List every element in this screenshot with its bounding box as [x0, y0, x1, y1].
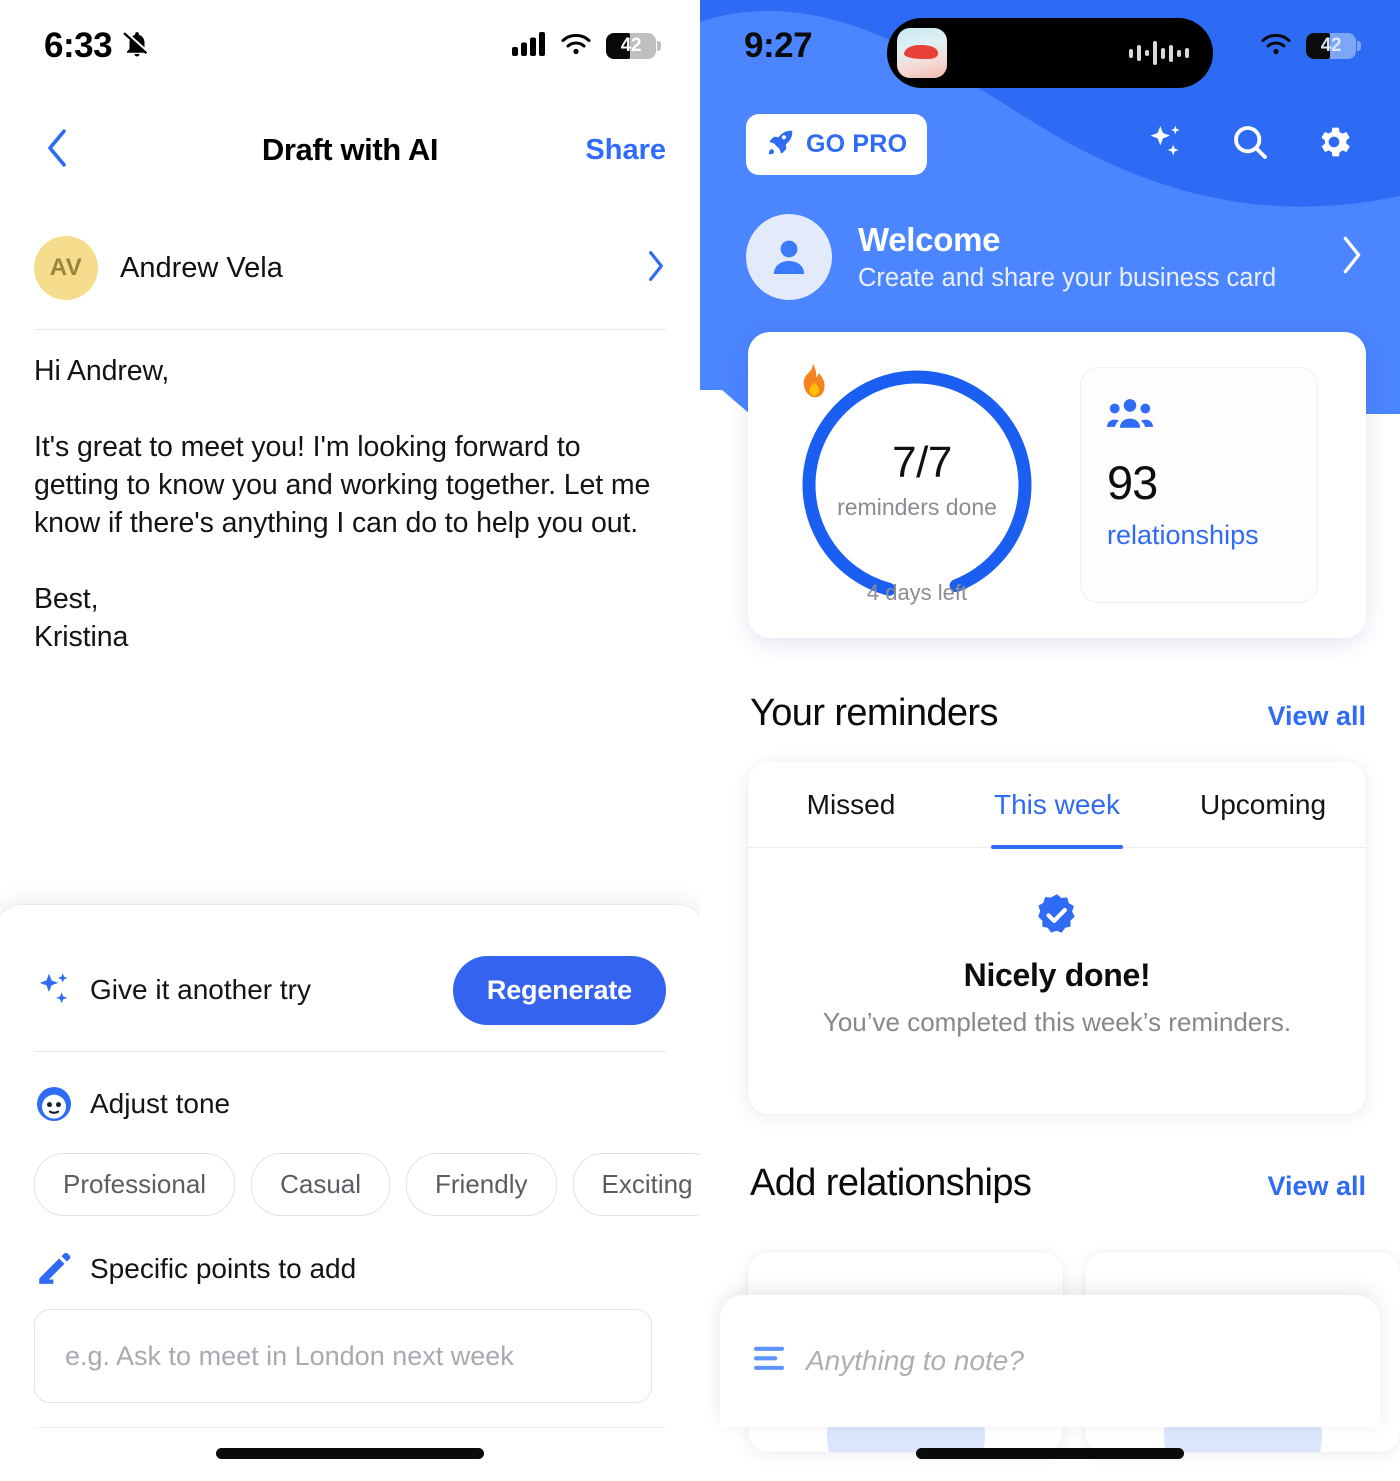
back-button[interactable] — [34, 127, 80, 173]
reminders-progress-label: reminders done — [837, 494, 997, 521]
gear-icon[interactable] — [1314, 122, 1354, 167]
note-input-placeholder[interactable]: Anything to note? — [806, 1345, 1024, 1377]
recipient-name: Andrew Vela — [120, 252, 283, 285]
relationships-label: relationships — [1107, 520, 1291, 551]
add-relationships-section-header: Add relationships View all — [750, 1162, 1366, 1205]
bell-slash-icon — [122, 29, 152, 64]
dynamic-island[interactable] — [887, 18, 1213, 88]
status-bar-left-group: 6:33 — [44, 26, 152, 66]
regenerate-row: Give it another try Regenerate — [34, 947, 666, 1033]
top-action-bar: GO PRO — [700, 114, 1400, 174]
sheet-bottom-separator — [34, 1427, 666, 1428]
tone-chip-casual[interactable]: Casual — [251, 1153, 390, 1216]
status-bar-right-group: 42 — [512, 32, 656, 61]
album-art-icon — [897, 28, 947, 78]
hero-right-notch — [1366, 414, 1400, 452]
screen-home-dashboard: 9:27 42 — [700, 0, 1400, 1481]
people-group-icon — [1107, 396, 1291, 437]
tone-chip-list[interactable]: Professional Casual Friendly Exciting Sa… — [34, 1153, 700, 1216]
adjust-tone-label: Adjust tone — [90, 1088, 230, 1120]
share-button[interactable]: Share — [585, 134, 666, 167]
reminders-card: Missed This week Upcoming Nicely done! Y… — [748, 762, 1366, 1114]
draft-body-text[interactable]: Hi Andrew, It's great to meet you! I'm l… — [34, 352, 666, 656]
screen-draft-with-ai: 6:33 — [0, 0, 700, 1481]
stats-card: 7/7 reminders done 4 days left — [748, 332, 1366, 638]
note-input-bar[interactable]: Anything to note? — [720, 1295, 1380, 1427]
go-pro-label: GO PRO — [806, 130, 907, 159]
reminders-section-title: Your reminders — [750, 692, 998, 735]
regenerate-row-label: Give it another try — [90, 974, 311, 1006]
dual-screenshot: 6:33 — [0, 0, 1400, 1481]
welcome-banner[interactable]: Welcome Create and share your business c… — [746, 208, 1364, 306]
reminders-tab-bar: Missed This week Upcoming — [748, 762, 1366, 848]
wifi-icon — [560, 32, 592, 61]
recipient-row[interactable]: AV Andrew Vela — [34, 232, 666, 304]
avatar: AV — [34, 236, 98, 300]
status-bar-right-group: 42 — [1260, 32, 1356, 61]
battery-indicator: 42 — [1306, 33, 1356, 59]
reminders-progress-ring: 7/7 reminders done 4 days left — [794, 362, 1040, 608]
add-relationships-view-all-link[interactable]: View all — [1267, 1171, 1366, 1202]
hero-left-notch — [700, 394, 726, 452]
chevron-left-icon — [42, 127, 72, 174]
sheet-separator — [34, 1051, 666, 1052]
reminders-view-all-link[interactable]: View all — [1267, 701, 1366, 732]
progress-ring-center: 7/7 reminders done — [794, 362, 1040, 608]
reminders-empty-state: Nicely done! You’ve completed this week’… — [748, 848, 1366, 1038]
reminders-empty-title: Nicely done! — [964, 957, 1151, 994]
audio-waveform-icon — [1129, 40, 1189, 66]
status-time: 9:27 — [744, 26, 812, 66]
list-lines-icon — [754, 1346, 784, 1377]
battery-level-text: 42 — [606, 33, 656, 59]
face-smile-icon — [34, 1084, 78, 1124]
reminders-section-header: Your reminders View all — [750, 692, 1366, 735]
specific-points-input[interactable] — [34, 1309, 652, 1403]
sparkles-icon[interactable] — [1146, 122, 1186, 167]
tab-missed[interactable]: Missed — [748, 762, 954, 847]
chevron-right-icon[interactable] — [1340, 235, 1364, 280]
relationships-count: 93 — [1107, 455, 1291, 510]
battery-indicator: 42 — [606, 33, 656, 59]
rocket-icon — [766, 127, 796, 162]
person-icon — [746, 214, 832, 300]
reminders-days-left: 4 days left — [867, 580, 967, 606]
verified-check-icon — [1034, 892, 1080, 943]
tab-upcoming[interactable]: Upcoming — [1160, 762, 1366, 847]
tone-chip-professional[interactable]: Professional — [34, 1153, 235, 1216]
top-icon-group — [1146, 122, 1354, 167]
progress-value-row: 7/7 — [882, 438, 952, 488]
tone-chip-exciting[interactable]: Exciting — [573, 1153, 701, 1216]
reminders-empty-subtitle: You’ve completed this week’s reminders. — [823, 1007, 1291, 1038]
sparkles-icon — [34, 970, 78, 1010]
add-relationships-title: Add relationships — [750, 1162, 1031, 1205]
chevron-right-icon[interactable] — [646, 250, 666, 287]
wifi-icon — [1260, 32, 1292, 61]
home-indicator[interactable] — [216, 1448, 484, 1459]
status-time: 6:33 — [44, 26, 112, 66]
welcome-text-block: Welcome Create and share your business c… — [858, 221, 1276, 293]
search-icon[interactable] — [1230, 122, 1270, 167]
specific-points-row: Specific points to add — [34, 1239, 666, 1299]
go-pro-button[interactable]: GO PRO — [746, 114, 927, 175]
cellular-bars-icon — [512, 32, 546, 61]
ai-options-sheet: Give it another try Regenerate Adjust to… — [0, 905, 700, 1481]
divider — [34, 329, 666, 330]
tone-chip-friendly[interactable]: Friendly — [406, 1153, 556, 1216]
home-indicator[interactable] — [916, 1448, 1184, 1459]
regenerate-button[interactable]: Regenerate — [453, 956, 666, 1025]
reminders-progress-value: 7/7 — [892, 438, 952, 488]
welcome-title: Welcome — [858, 221, 1276, 259]
pencil-icon — [34, 1249, 78, 1289]
relationships-card[interactable]: 93 relationships — [1080, 367, 1318, 603]
navigation-bar: Draft with AI Share — [0, 112, 700, 188]
battery-level-text: 42 — [1306, 33, 1356, 59]
specific-points-label: Specific points to add — [90, 1253, 356, 1285]
adjust-tone-row: Adjust tone — [34, 1073, 700, 1135]
welcome-subtitle: Create and share your business card — [858, 264, 1276, 293]
tab-this-week[interactable]: This week — [954, 762, 1160, 847]
status-bar-left: 6:33 — [0, 0, 700, 92]
